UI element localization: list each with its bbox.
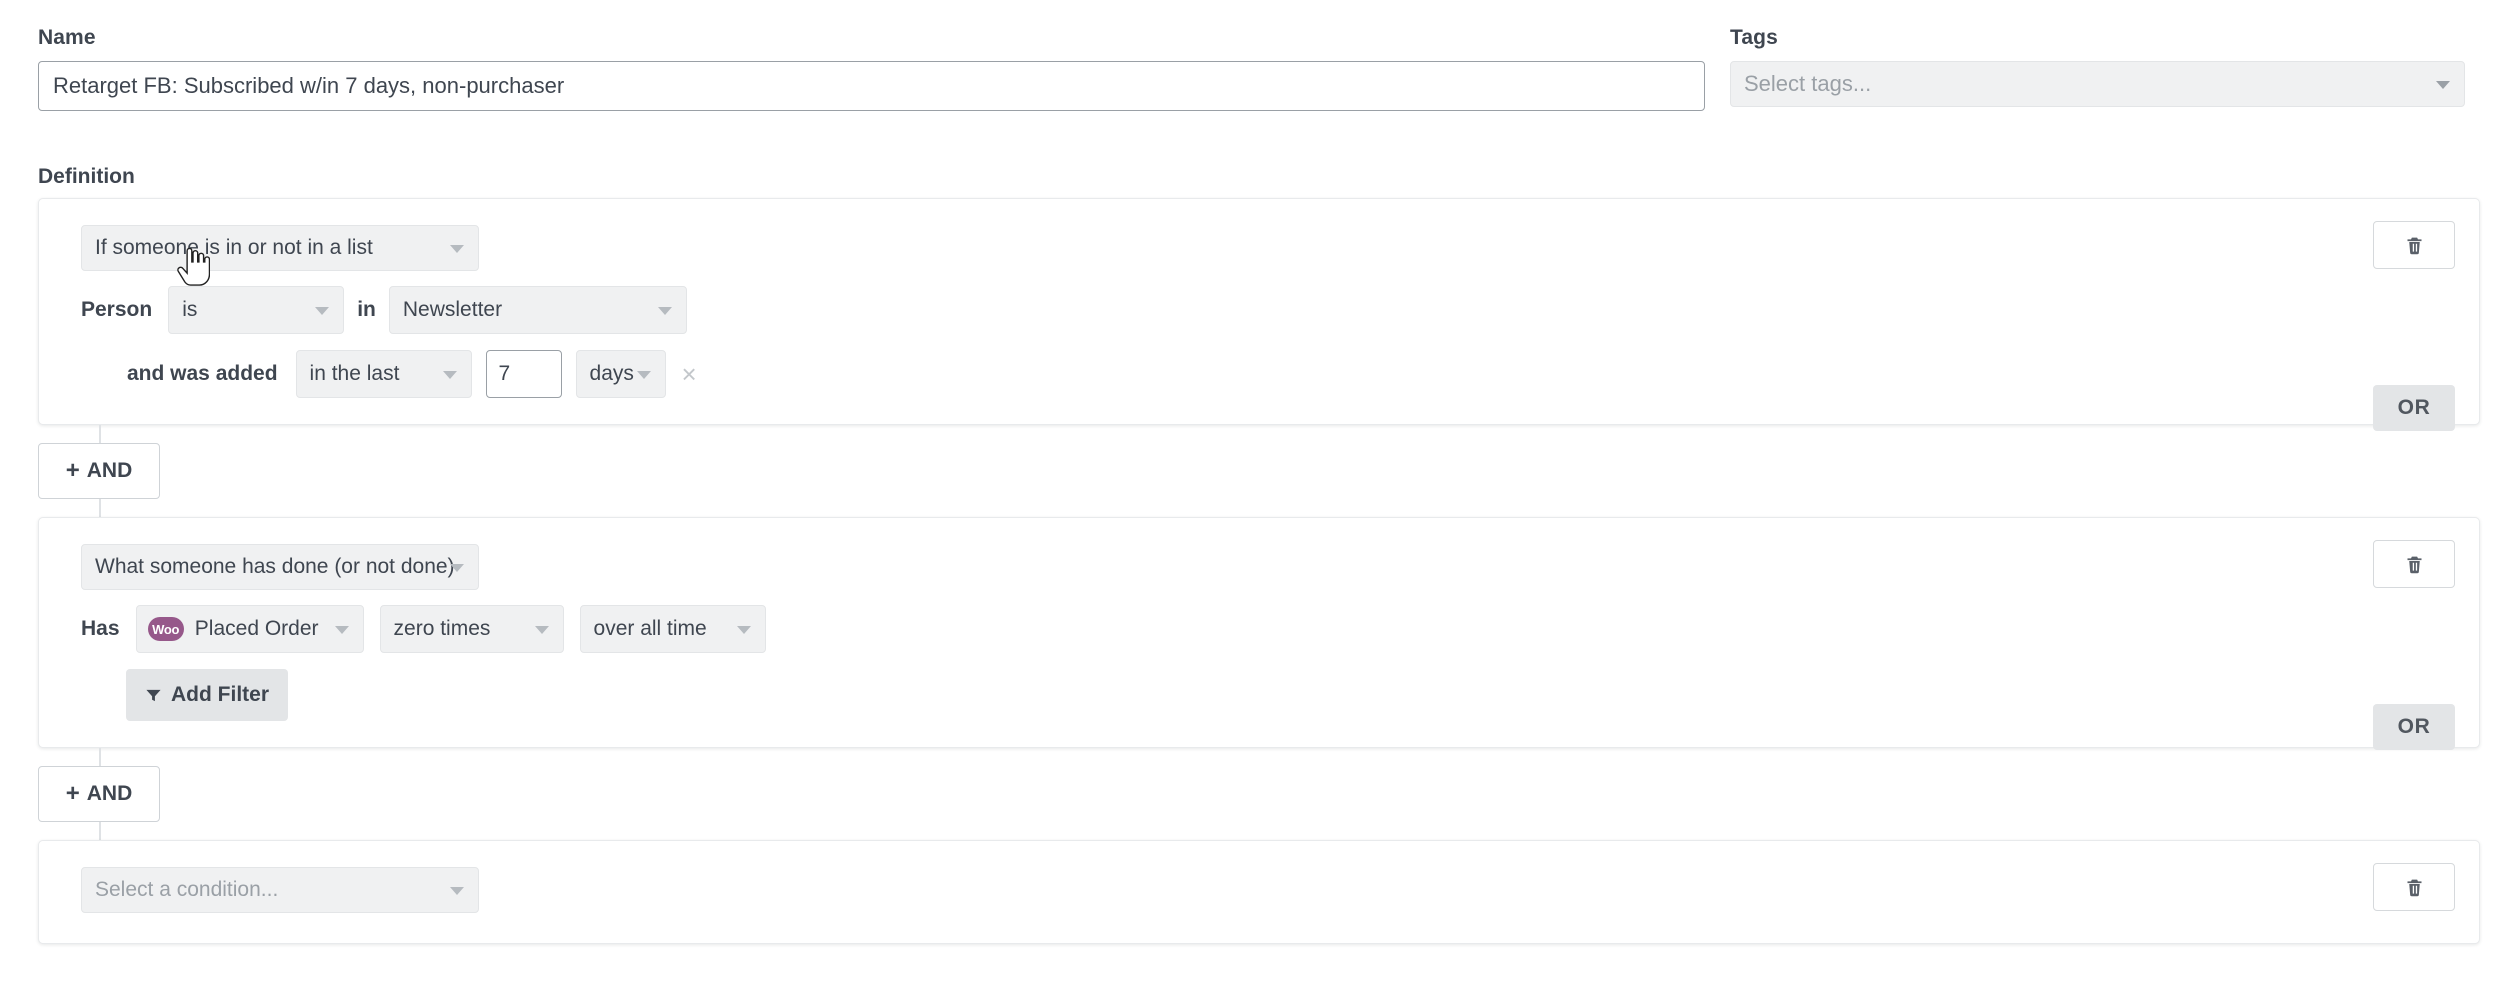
chevron-down-icon [450,887,464,895]
chevron-down-icon [315,307,330,315]
tags-select-value: Select tags... [1744,71,1872,96]
has-row: Has Woo Placed Order zero times over all… [39,605,2479,653]
condition-type-value-2: What someone has done (or not done) [95,555,455,578]
tags-field-group: Tags Select tags... [1705,0,2465,107]
timeframe-select[interactable]: in the last [295,350,472,398]
chevron-down-icon [442,371,457,379]
top-fields-row: Name Tags Select tags... [0,0,2516,111]
chevron-down-icon [534,626,549,634]
timeframe-number-input[interactable] [485,350,562,398]
or-button-label: OR [2397,396,2431,419]
and-connector-1: + AND [38,425,2480,517]
list-select[interactable]: Newsletter [388,286,687,334]
count-value: zero times [393,617,491,640]
tags-select[interactable]: Select tags... [1730,61,2465,107]
count-select[interactable]: zero times [379,605,564,653]
segment-name-input[interactable] [38,61,1705,111]
timeframe-unit-select[interactable]: days [575,350,666,398]
name-label: Name [38,26,96,49]
add-filter-button[interactable]: Add Filter [126,669,288,721]
list-value: Newsletter [402,298,503,321]
condition-card-2: What someone has done (or not done) Has … [38,517,2480,750]
chevron-down-icon [736,626,751,634]
person-label: Person [81,298,153,321]
condition-type-select-2[interactable]: What someone has done (or not done) [81,544,479,590]
trash-icon [2407,556,2421,573]
timeframe-value: in the last [309,362,400,385]
plus-icon: + [65,780,80,807]
person-row: Person is in Newsletter [39,286,2479,334]
condition-type-value-1: If someone is in or not in a list [95,236,373,259]
and-button-label: AND [86,782,133,805]
condition-builder: If someone is in or not in a list Person… [0,198,2516,944]
person-operator-select[interactable]: is [168,286,345,334]
remove-timeframe-icon[interactable]: × [682,361,697,387]
delete-condition-button-3[interactable] [2373,863,2455,911]
metric-select[interactable]: Woo Placed Order [135,605,364,653]
tags-label: Tags [1730,26,1778,49]
chevron-down-icon [636,371,651,379]
metric-value: Placed Order [194,617,319,640]
add-and-button-1[interactable]: + AND [38,443,160,499]
condition-type-select-3[interactable]: Select a condition... [81,867,479,913]
person-operator-value: is [182,298,198,321]
chevron-down-icon [450,564,464,572]
condition-type-select-1[interactable]: If someone is in or not in a list [81,225,479,271]
definition-label: Definition [38,165,135,188]
window-select[interactable]: over all time [579,605,766,653]
added-label: and was added [127,362,278,385]
condition-card-3: Select a condition... [38,840,2480,944]
segment-builder-page: Name Tags Select tags... Definition If s… [0,0,2516,1002]
chevron-down-icon [450,245,464,253]
condition-type-row-3: Select a condition... [39,867,2479,913]
or-button-label: OR [2397,715,2431,738]
has-label: Has [81,617,120,640]
chevron-down-icon [657,307,672,315]
trash-icon [2407,237,2421,254]
condition-type-row-1: If someone is in or not in a list [39,225,2479,271]
chevron-down-icon [334,626,349,634]
window-value: over all time [593,617,707,640]
condition-type-row-2: What someone has done (or not done) [39,544,2479,590]
and-connector-2: + AND [38,748,2480,840]
add-and-button-2[interactable]: + AND [38,766,160,822]
name-field-group: Name [0,0,1705,111]
woocommerce-icon: Woo [147,617,184,641]
timeframe-unit-value: days [589,362,634,385]
and-button-label: AND [86,459,133,482]
in-label: in [357,298,376,321]
chevron-down-icon [2436,81,2450,89]
added-row: and was added in the last days × [39,350,2479,398]
trash-icon [2407,879,2421,896]
plus-icon: + [65,457,80,484]
add-filter-row: Add Filter [39,669,2479,721]
delete-condition-button-1[interactable] [2373,221,2455,269]
or-button-2[interactable]: OR [2373,704,2455,750]
delete-condition-button-2[interactable] [2373,540,2455,588]
add-filter-label: Add Filter [171,683,269,706]
funnel-icon [145,687,162,704]
condition-card-1: If someone is in or not in a list Person… [38,198,2480,431]
condition-type-value-3: Select a condition... [95,878,279,901]
